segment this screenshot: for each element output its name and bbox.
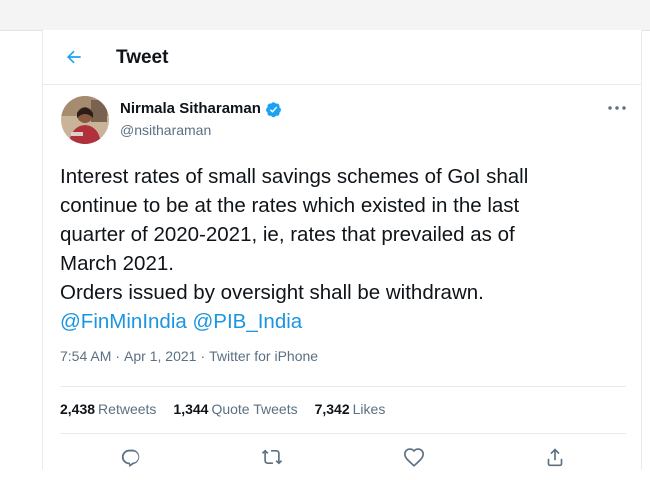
- page-title: Tweet: [116, 47, 169, 68]
- more-options-button[interactable]: [604, 98, 630, 118]
- quote-tweets-stat[interactable]: 1,344 Quote Tweets: [173, 400, 297, 418]
- tweet-text-line: Orders issued by oversight shall be with…: [60, 281, 484, 304]
- author-display-name[interactable]: Nirmala Sitharaman: [120, 100, 261, 118]
- retweet-icon[interactable]: [261, 446, 283, 468]
- tweet-metadata: 7:54 AM · Apr 1, 2021 · Twitter for iPhone: [60, 347, 318, 365]
- likes-count: 7,342: [314, 401, 350, 417]
- separator-dot: ·: [200, 348, 206, 364]
- mentions-line: @FinMinIndia @PIB_India: [60, 307, 620, 336]
- tweet-column: Tweet Nirmala Sitharaman @nsitharaman In…: [42, 30, 642, 470]
- author-handle[interactable]: @nsitharaman: [120, 121, 211, 139]
- quote-tweets-label: Quote Tweets: [211, 401, 298, 417]
- share-icon[interactable]: [544, 446, 566, 468]
- like-icon[interactable]: [403, 446, 425, 468]
- back-button[interactable]: [59, 42, 89, 72]
- avatar[interactable]: [61, 96, 109, 144]
- mention-link-pib-india[interactable]: @PIB_India: [192, 310, 302, 333]
- engagement-stats: 2,438 Retweets 1,344 Quote Tweets 7,342 Lik…: [60, 400, 385, 418]
- likes-stat[interactable]: 7,342 Likes: [315, 400, 386, 418]
- arrow-left-icon: [67, 50, 81, 64]
- author-name-row[interactable]: Nirmala Sitharaman: [120, 100, 282, 118]
- divider: [60, 433, 626, 434]
- browser-top-bar: [0, 0, 650, 31]
- separator-dot: ·: [115, 348, 121, 364]
- tweet-text: Interest rates of small savings schemes …: [60, 162, 620, 336]
- more-horizontal-icon: [608, 106, 626, 110]
- tweet-actions-bar: [60, 446, 626, 480]
- verified-badge-icon: [265, 101, 281, 117]
- page-header: Tweet: [43, 30, 641, 85]
- tweet-text-line: Interest rates of small savings schemes …: [60, 165, 529, 188]
- retweets-stat[interactable]: 2,438 Retweets: [60, 400, 156, 418]
- tweet-text-line: continue to be at the rates which existe…: [60, 194, 520, 217]
- likes-label: Likes: [352, 401, 386, 417]
- quote-tweets-count: 1,344: [173, 401, 209, 417]
- tweet-time[interactable]: 7:54 AM: [60, 348, 111, 364]
- tweet-text-line: quarter of 2020-2021, ie, rates that pre…: [60, 223, 515, 246]
- divider: [60, 386, 626, 387]
- tweet-text-line: March 2021.: [60, 252, 174, 275]
- tweet-source-link[interactable]: Twitter for iPhone: [209, 348, 318, 364]
- mention-link-finminindia[interactable]: @FinMinIndia: [60, 310, 187, 333]
- tweet-date[interactable]: Apr 1, 2021: [124, 348, 196, 364]
- retweets-count: 2,438: [60, 401, 96, 417]
- reply-icon[interactable]: [120, 446, 142, 468]
- retweets-label: Retweets: [98, 401, 157, 417]
